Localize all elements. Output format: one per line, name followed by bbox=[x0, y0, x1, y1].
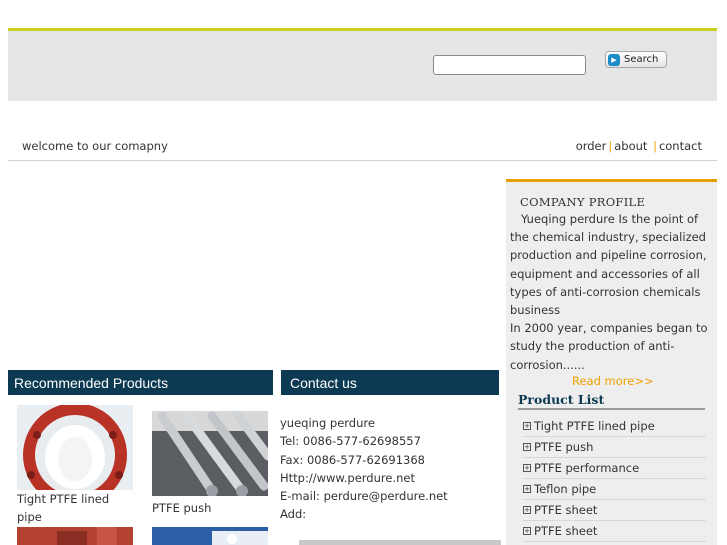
expand-plus-icon: + bbox=[523, 506, 531, 514]
profile-line: corrosion...... bbox=[510, 357, 585, 372]
product-list-item-label: PTFE push bbox=[534, 440, 594, 454]
profile-line: study the production of anti- bbox=[510, 339, 675, 354]
product-image[interactable] bbox=[152, 527, 268, 545]
search-button[interactable]: ▶ Search bbox=[605, 51, 667, 68]
product-list-item-label: Teflon pipe bbox=[534, 482, 597, 496]
contact-fax: Fax: 0086-577-62691368 bbox=[280, 452, 425, 467]
ptfe-pipes-image[interactable] bbox=[152, 411, 268, 496]
top-nav: order | about | contact bbox=[576, 139, 702, 153]
profile-line: production and pipeline corrosion, bbox=[510, 248, 707, 263]
product-label-tight-ptfe-lined-pipe[interactable]: Tight PTFE lined pipe bbox=[17, 490, 137, 526]
welcome-text: welcome to our comapny bbox=[22, 139, 168, 153]
profile-line: In 2000 year, companies began to bbox=[510, 321, 708, 336]
contact-email[interactable]: E-mail: perdure@perdure.net bbox=[280, 487, 448, 505]
search-input[interactable] bbox=[433, 55, 586, 75]
product-list-item[interactable]: + PTFE performance bbox=[523, 458, 706, 479]
nav-separator: | bbox=[608, 139, 613, 153]
search-arrow-icon: ▶ bbox=[608, 53, 620, 66]
product-image[interactable] bbox=[17, 527, 133, 545]
product-list: + Tight PTFE lined pipe + PTFE push + PTFE … bbox=[523, 416, 706, 542]
expand-plus-icon: + bbox=[523, 422, 531, 430]
profile-line: business bbox=[510, 303, 561, 318]
company-profile-text: Yueqing perdure Is the point of the chem… bbox=[510, 210, 714, 374]
product-list-item[interactable]: + PTFE push bbox=[523, 437, 706, 458]
product-list-item[interactable]: + Tight PTFE lined pipe bbox=[523, 416, 706, 437]
expand-plus-icon: + bbox=[523, 464, 531, 472]
expand-plus-icon: + bbox=[523, 485, 531, 493]
contact-company: yueqing perdure bbox=[280, 416, 375, 430]
profile-line: types of anti-corrosion chemicals bbox=[510, 284, 701, 299]
product-label-ptfe-push[interactable]: PTFE push bbox=[152, 499, 211, 517]
contact-website[interactable]: Http://www.perdure.net bbox=[280, 469, 448, 487]
expand-plus-icon: + bbox=[523, 527, 531, 535]
nav-separator: | bbox=[653, 139, 657, 153]
product-list-item[interactable]: + Teflon pipe bbox=[523, 479, 706, 500]
product-list-item-label: PTFE sheet bbox=[534, 524, 598, 538]
profile-line: equipment and accessories of all bbox=[510, 266, 700, 281]
contact-us-header: Contact us bbox=[281, 370, 499, 395]
read-more-link[interactable]: Read more>> bbox=[572, 374, 654, 388]
product-list-title: Product List bbox=[518, 392, 605, 407]
expand-plus-icon: + bbox=[523, 443, 531, 451]
recommended-products-header: Recommended Products bbox=[8, 370, 273, 395]
search-button-label: Search bbox=[624, 54, 659, 65]
profile-line: the chemical industry, specialized bbox=[510, 230, 706, 245]
right-sidebar: COMPANY PROFILE Yueqing perdure Is the p… bbox=[506, 179, 717, 545]
product-list-item[interactable]: + PTFE sheet bbox=[523, 521, 706, 542]
profile-line: Yueqing perdure Is the point of bbox=[510, 212, 699, 226]
product-list-item-label: PTFE sheet bbox=[534, 503, 598, 517]
nav-order-link[interactable]: order bbox=[576, 139, 607, 153]
product-list-item-label: Tight PTFE lined pipe bbox=[534, 419, 655, 433]
product-list-item[interactable]: + PTFE sheet bbox=[523, 500, 706, 521]
company-profile-title: COMPANY PROFILE bbox=[520, 195, 646, 209]
contact-image-strip bbox=[299, 540, 501, 545]
contact-details: yueqing perdure Tel: 0086-577-62698557 F… bbox=[280, 414, 448, 524]
lined-pipe-flange-image[interactable] bbox=[17, 405, 133, 490]
contact-tel: Tel: 0086-577-62698557 bbox=[280, 434, 421, 449]
nav-about-link[interactable]: about bbox=[614, 139, 647, 153]
contact-address: Add: bbox=[280, 507, 307, 522]
nav-divider bbox=[8, 160, 717, 161]
nav-contact-link[interactable]: contact bbox=[659, 139, 702, 153]
product-list-divider bbox=[518, 408, 705, 410]
product-list-item-label: PTFE performance bbox=[534, 461, 640, 475]
